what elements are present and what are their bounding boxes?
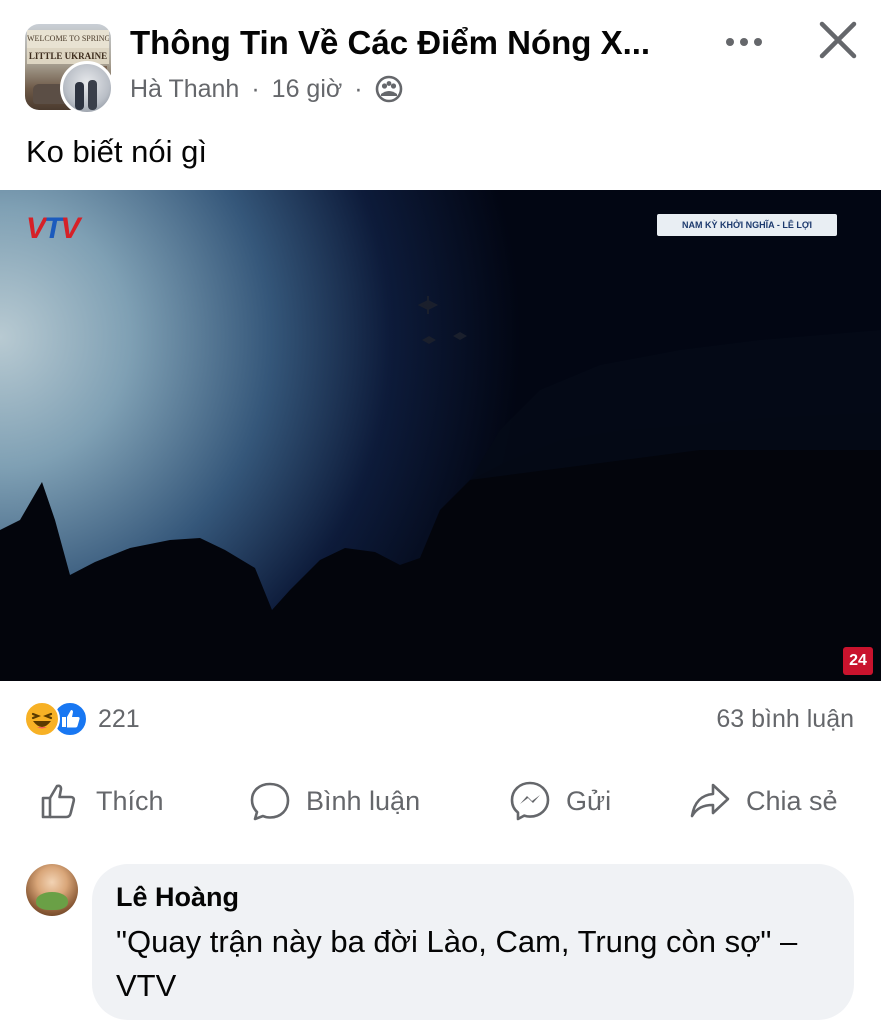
video-player[interactable]	[0, 190, 881, 681]
commenter-avatar[interactable]	[26, 864, 78, 916]
vtv-logo-v: V	[60, 212, 80, 245]
tree-silhouette	[0, 296, 881, 681]
meta-separator: ·	[251, 74, 260, 103]
post-actions: Thích Bình luận Gửi Chia sẻ	[0, 776, 881, 826]
post-meta: Hà Thanh · 16 giờ ·	[130, 72, 403, 106]
reaction-count: 221	[98, 704, 140, 733]
meta-separator: ·	[354, 74, 363, 103]
share-button[interactable]: Chia sẻ	[688, 776, 838, 826]
post-caption: Ko biết nói gì	[26, 134, 207, 169]
video-location-banner: NAM KỲ KHỞI NGHĨA - LÊ LỢI	[657, 214, 837, 236]
vtv-logo-t: T	[44, 212, 62, 245]
thumbs-up-icon	[41, 784, 76, 819]
comment-icon	[250, 782, 290, 821]
group-icon	[375, 75, 403, 103]
author-name[interactable]: Hà Thanh	[130, 75, 239, 104]
like-label: Thích	[96, 785, 164, 816]
more-options-icon[interactable]	[720, 22, 768, 62]
post-header: WELCOME TO SPRINGFIELD LITTLE UKRAINE Th…	[0, 0, 881, 125]
close-icon[interactable]	[816, 18, 860, 62]
share-icon	[690, 783, 730, 818]
comment-author[interactable]: Lê Hoàng	[116, 882, 239, 913]
vtv-logo-v: V	[26, 212, 46, 245]
like-button[interactable]: Thích	[38, 776, 164, 826]
post-time[interactable]: 16 giờ	[272, 75, 343, 104]
channel-24-badge: 24	[843, 647, 873, 675]
author-avatar-figure	[88, 80, 97, 110]
haha-icon	[24, 701, 60, 737]
author-avatar[interactable]	[60, 61, 114, 115]
commenter-avatar-detail	[36, 892, 68, 910]
send-label: Gửi	[566, 785, 612, 816]
comment-label: Bình luận	[306, 785, 421, 816]
author-avatar-figure	[75, 82, 84, 110]
comment-text: "Quay trận này ba đời Lào, Cam, Trung cò…	[116, 924, 798, 1003]
messenger-icon	[510, 781, 550, 821]
share-label: Chia sẻ	[746, 785, 838, 816]
comments-count[interactable]: 63 bình luận	[716, 700, 854, 738]
group-avatar-sign-bottom: LITTLE UKRAINE	[27, 48, 109, 64]
comment-bubble[interactable]: Lê Hoàng "Quay trận này ba đời Lào, Cam,…	[92, 864, 854, 1020]
vtv-logo: VTV	[26, 212, 80, 246]
reactions-summary[interactable]: 221	[24, 700, 140, 738]
group-title[interactable]: Thông Tin Về Các Điểm Nóng X...	[130, 22, 690, 64]
send-button[interactable]: Gửi	[508, 776, 611, 826]
comment-button[interactable]: Bình luận	[248, 776, 420, 826]
group-avatar-sign-top: WELCOME TO SPRINGFIELD	[27, 30, 109, 48]
